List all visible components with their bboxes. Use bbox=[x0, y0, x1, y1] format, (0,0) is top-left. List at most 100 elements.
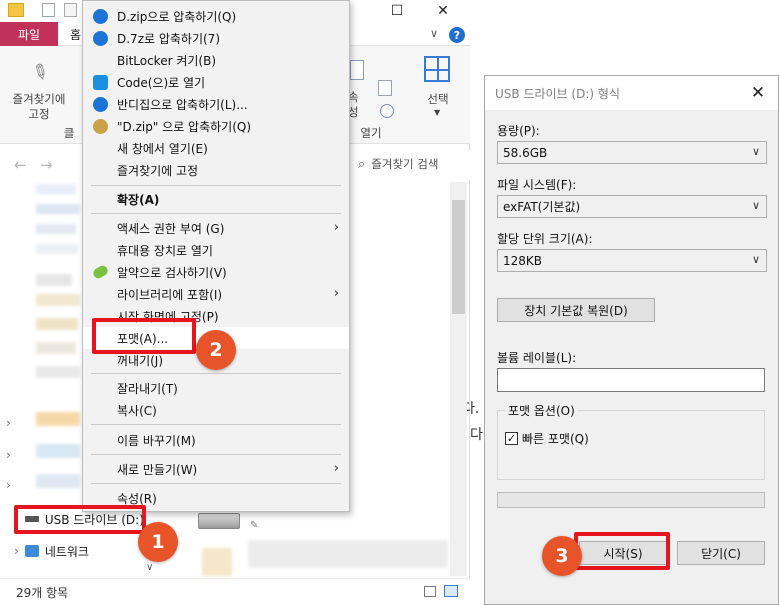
large-icons-view-icon[interactable] bbox=[444, 585, 458, 597]
scroll-down-icon[interactable]: ∨ bbox=[146, 562, 153, 573]
item-count: 29개 항목 bbox=[16, 585, 69, 600]
menu-item-label: 복사(C) bbox=[117, 403, 157, 418]
format-dialog: USB 드라이브 (D:) 형식 ✕ 용량(P): 58.6GB ∨ 파일 시스… bbox=[484, 75, 779, 605]
menu-item-compress-dzip[interactable]: "D.zip" 으로 압축하기(Q) bbox=[83, 115, 349, 137]
blurred-file bbox=[248, 540, 448, 568]
menu-item-label: 즐겨찾기에 고정 bbox=[117, 163, 199, 178]
chevron-down-icon: ∨ bbox=[751, 253, 760, 266]
quick-format-checkbox[interactable]: ✓ 빠른 포맷(Q) bbox=[505, 430, 589, 447]
menu-item-new[interactable]: 새로 만들기(W) › bbox=[83, 458, 349, 480]
menu-item-rename[interactable]: 이름 바꾸기(M) bbox=[83, 429, 349, 451]
blurred-nav-item bbox=[36, 184, 76, 194]
step-1-badge: 1 bbox=[138, 522, 178, 562]
scrollbar-thumb[interactable] bbox=[452, 200, 465, 314]
content-text: 다 bbox=[470, 427, 483, 443]
vscode-icon bbox=[93, 75, 108, 90]
menu-item-label: 액세스 권한 부여 (G) bbox=[117, 221, 225, 236]
chevron-down-icon: ∨ bbox=[751, 199, 760, 212]
menu-item-bitlocker[interactable]: BitLocker 켜기(B) bbox=[83, 49, 349, 71]
menu-item-label: D.zip으로 압축하기(Q) bbox=[117, 9, 237, 24]
ribbon-fragment-label: 속성 bbox=[348, 90, 359, 119]
step-3-badge: 3 bbox=[542, 536, 582, 576]
menu-item-give-access[interactable]: 액세스 권한 부여 (G) › bbox=[83, 217, 349, 239]
maximize-button[interactable]: ☐ bbox=[374, 0, 420, 22]
forward-arrow-icon[interactable]: → bbox=[40, 156, 53, 174]
ribbon-group-label: 클 bbox=[63, 126, 75, 140]
menu-item-zip[interactable]: D.zip으로 압축하기(Q) bbox=[83, 5, 349, 27]
help-icon[interactable]: ? bbox=[449, 27, 465, 43]
menu-item-cut[interactable]: 잘라내기(T) bbox=[83, 377, 349, 399]
close-window-button[interactable]: ✕ bbox=[420, 0, 466, 22]
ribbon-collapse-icon[interactable]: ∨ bbox=[430, 27, 438, 40]
bandizip-icon bbox=[93, 9, 108, 24]
blurred-nav-item bbox=[36, 204, 80, 214]
close-icon: ✕ bbox=[750, 83, 766, 103]
network-icon bbox=[24, 545, 39, 557]
drive-icon[interactable] bbox=[198, 513, 240, 529]
blurred-nav-item bbox=[36, 342, 76, 354]
menu-item-open-new-window[interactable]: 새 창에서 열기(E) bbox=[83, 137, 349, 159]
file-tab[interactable]: 파일 bbox=[0, 22, 58, 46]
menu-item-label: D.7z로 압축하기(7) bbox=[117, 31, 221, 46]
menu-item-label: BitLocker 켜기(B) bbox=[117, 53, 217, 68]
open-group-label: 열기 bbox=[360, 126, 382, 140]
details-view-icon[interactable] bbox=[424, 586, 436, 597]
chevron-right-icon[interactable]: › bbox=[6, 416, 11, 430]
folder-icon[interactable] bbox=[8, 3, 24, 17]
search-icon: ⌕ bbox=[358, 156, 366, 172]
menu-separator bbox=[91, 185, 341, 186]
pin-button[interactable]: ✎ 즐겨찾기에 고정 bbox=[4, 54, 78, 124]
status-bar: 29개 항목 bbox=[0, 578, 470, 605]
select-button[interactable]: 선택 ▼ bbox=[416, 52, 460, 122]
menu-item-label: 라이브러리에 포함(I) bbox=[117, 287, 223, 302]
search-box[interactable]: ⌕ 즐겨찾기 검색 bbox=[358, 153, 468, 175]
step-2-badge: 2 bbox=[196, 330, 236, 370]
menu-item-label: Code(으)로 열기 bbox=[117, 75, 206, 90]
highlight-start-button bbox=[574, 532, 670, 570]
menu-item-expand[interactable]: 확장(A) bbox=[83, 188, 349, 210]
chevron-right-icon[interactable]: › bbox=[6, 478, 11, 492]
menu-item-alyac-scan[interactable]: 알약으로 검사하기(V) bbox=[83, 261, 349, 283]
dialog-close-button[interactable]: ✕ bbox=[746, 82, 770, 104]
blurred-nav-item bbox=[36, 244, 78, 254]
menu-item-include-library[interactable]: 라이브러리에 포함(I) › bbox=[83, 283, 349, 305]
menu-item-label: 새 창에서 열기(E) bbox=[117, 141, 208, 156]
quick-format-label: 빠른 포맷(Q) bbox=[522, 432, 589, 446]
history-icon[interactable] bbox=[380, 104, 394, 118]
allocation-value: 128KB bbox=[503, 253, 543, 268]
menu-item-label: 속성(R) bbox=[117, 491, 157, 506]
properties-button[interactable] bbox=[350, 54, 372, 84]
menu-item-bandizip-compress[interactable]: 반디집으로 압축하기(L)... bbox=[83, 93, 349, 115]
capacity-select[interactable]: 58.6GB ∨ bbox=[497, 141, 767, 164]
network-label: 네트워크 bbox=[44, 544, 89, 559]
new-folder-icon[interactable] bbox=[64, 3, 77, 17]
menu-item-label: 휴대용 장치로 열기 bbox=[117, 243, 213, 258]
blurred-nav-item bbox=[36, 412, 80, 426]
menu-item-label: 알약으로 검사하기(V) bbox=[117, 265, 227, 280]
open-icon[interactable] bbox=[378, 80, 392, 96]
filesystem-value: exFAT(기본값) bbox=[503, 200, 581, 214]
restore-defaults-button[interactable]: 장치 기본값 복원(D) bbox=[497, 298, 655, 322]
menu-item-pin-quick-access[interactable]: 즐겨찾기에 고정 bbox=[83, 159, 349, 181]
menu-item-open-with-code[interactable]: Code(으)로 열기 bbox=[83, 71, 349, 93]
back-arrow-icon[interactable]: ← bbox=[14, 156, 27, 174]
close-button[interactable]: 닫기(C) bbox=[677, 541, 765, 565]
properties-icon[interactable] bbox=[42, 3, 55, 17]
allocation-select[interactable]: 128KB ∨ bbox=[497, 249, 767, 272]
menu-item-copy[interactable]: 복사(C) bbox=[83, 399, 349, 421]
pin-small-icon: ✎ bbox=[250, 520, 259, 531]
format-options-label: 포맷 옵션(O) bbox=[505, 402, 578, 419]
volume-label-input[interactable] bbox=[497, 368, 765, 392]
menu-item-open-portable[interactable]: 휴대용 장치로 열기 bbox=[83, 239, 349, 261]
capacity-label: 용량(P): bbox=[497, 124, 540, 138]
filesystem-select[interactable]: exFAT(기본값) ∨ bbox=[497, 195, 767, 218]
blurred-nav-item bbox=[36, 474, 80, 488]
menu-item-7z[interactable]: D.7z로 압축하기(7) bbox=[83, 27, 349, 49]
menu-item-label: 꺼내기(J) bbox=[117, 353, 164, 368]
chevron-right-icon[interactable]: › bbox=[6, 448, 11, 462]
chevron-right-icon: › bbox=[14, 544, 19, 558]
search-placeholder: 즐겨찾기 검색 bbox=[371, 157, 439, 171]
capacity-value: 58.6GB bbox=[503, 145, 548, 160]
nav-item-network[interactable]: › 네트워크 bbox=[14, 540, 148, 562]
blurred-nav-item bbox=[36, 444, 80, 458]
